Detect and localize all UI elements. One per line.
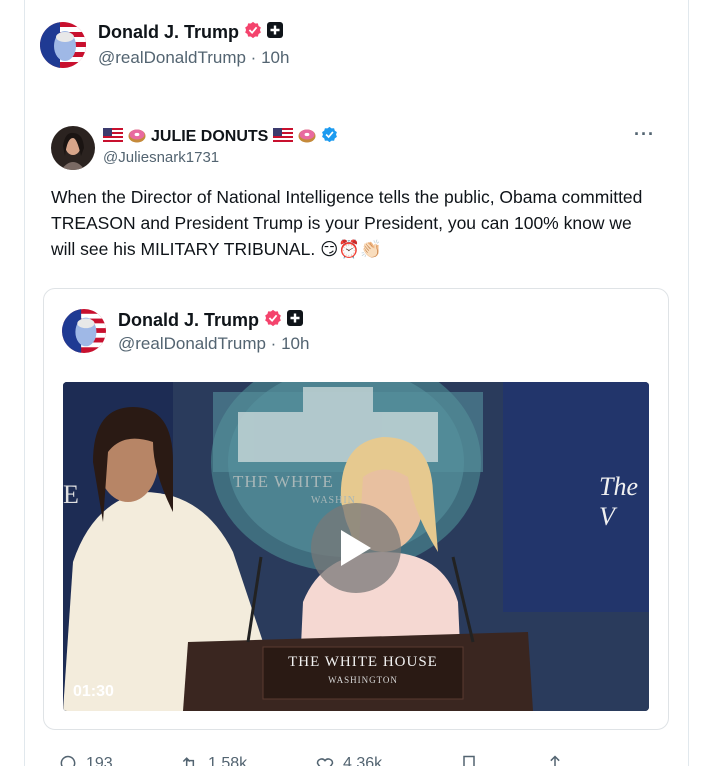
- reply-button[interactable]: 193: [58, 754, 113, 766]
- play-button[interactable]: [311, 503, 401, 593]
- verified-badge-icon: [321, 126, 338, 148]
- screen-text: The V: [599, 472, 638, 531]
- embedded-author-name[interactable]: Donald J. Trump: [118, 310, 259, 331]
- author-handle[interactable]: @realDonaldTrump · 10h: [98, 48, 289, 68]
- verified-badge-icon: [244, 21, 262, 44]
- heart-icon: [316, 758, 334, 766]
- left-letter: E: [63, 480, 79, 509]
- like-button[interactable]: 4.36k: [315, 754, 382, 766]
- quoted-author-name[interactable]: JULIE DONUTS: [151, 128, 268, 146]
- avatar[interactable]: [51, 126, 95, 170]
- play-icon: [341, 530, 371, 566]
- podium-title: THE WHITE HOUSE: [288, 654, 438, 670]
- verified-badge-icon: [264, 309, 282, 332]
- government-badge-icon: [287, 310, 304, 331]
- author-row: Donald J. Trump: [98, 21, 284, 44]
- repost-icon: [182, 757, 197, 766]
- like-count: 4.36k: [343, 755, 383, 766]
- flag-icon: [273, 127, 294, 147]
- reply-icon: [60, 755, 76, 766]
- quoted-author-handle[interactable]: @Juliesnark1731: [103, 149, 219, 166]
- share-button[interactable]: [545, 754, 565, 766]
- share-icon: [550, 755, 560, 766]
- repost-count: 1.58k: [208, 755, 248, 766]
- embedded-author-handle[interactable]: @realDonaldTrump · 10h: [118, 334, 309, 354]
- repost-button[interactable]: 1.58k: [180, 754, 247, 766]
- embedded-author-row: Donald J. Trump: [118, 309, 304, 332]
- tweet-text: When the Director of National Intelligen…: [51, 187, 643, 259]
- more-options-button[interactable]: ···: [634, 124, 655, 145]
- reply-count: 193: [86, 755, 113, 766]
- backdrop-text: THE WHITE: [233, 472, 334, 491]
- quoted-author-row: JULIE DONUTS: [103, 126, 338, 148]
- author-name[interactable]: Donald J. Trump: [98, 22, 239, 43]
- bookmark-icon: [463, 755, 475, 766]
- avatar[interactable]: [40, 22, 86, 68]
- donut-icon: [298, 127, 316, 148]
- donut-icon: [128, 127, 146, 148]
- flag-icon: [103, 127, 123, 147]
- government-badge-icon: [267, 22, 284, 43]
- bookmark-button[interactable]: [459, 754, 479, 766]
- video-duration: 01:30: [73, 683, 114, 700]
- video-player[interactable]: THE WHITE WASHIN The V E THE WHITE HOUSE…: [63, 382, 649, 711]
- podium-subtitle: WASHINGTON: [328, 675, 398, 685]
- avatar[interactable]: [62, 309, 106, 353]
